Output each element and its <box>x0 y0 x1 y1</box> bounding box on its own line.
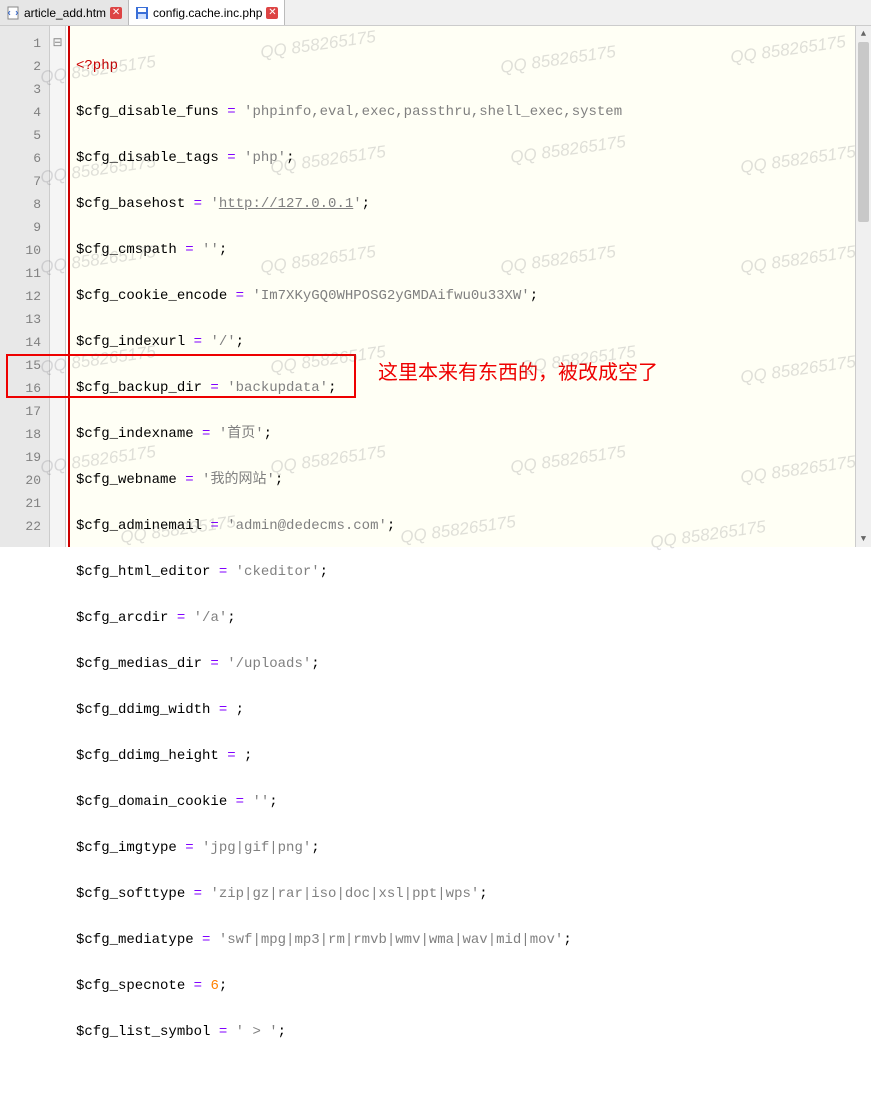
line-number: 4 <box>0 101 49 124</box>
code-line: $cfg_domain_cookie = ''; <box>76 791 871 814</box>
line-number: 2 <box>0 55 49 78</box>
code-line: $cfg_list_symbol = ' > '; <box>76 1021 871 1044</box>
code-line: $cfg_html_editor = 'ckeditor'; <box>76 561 871 584</box>
line-number: 1 <box>0 32 49 55</box>
line-number: 3 <box>0 78 49 101</box>
code-line: $cfg_ddimg_height = ; <box>76 745 871 768</box>
annotation-text: 这里本来有东西的，被改成空了 <box>378 362 658 385</box>
code-line: $cfg_indexname = '首页'; <box>76 423 871 446</box>
tab-label: article_add.htm <box>24 6 106 20</box>
code-line: $cfg_softtype = 'zip|gz|rar|iso|doc|xsl|… <box>76 883 871 906</box>
line-number: 13 <box>0 308 49 331</box>
line-number: 14 <box>0 331 49 354</box>
code-area[interactable]: <?php $cfg_disable_funs = 'phpinfo,eval,… <box>70 26 871 547</box>
line-number: 21 <box>0 492 49 515</box>
line-number: 8 <box>0 193 49 216</box>
line-number: 5 <box>0 124 49 147</box>
close-icon[interactable]: ✕ <box>110 7 122 19</box>
line-number: 6 <box>0 147 49 170</box>
vertical-scrollbar[interactable]: ▲ ▼ <box>855 26 871 547</box>
line-number: 19 <box>0 446 49 469</box>
line-number: 17 <box>0 400 49 423</box>
line-number: 20 <box>0 469 49 492</box>
line-number: 9 <box>0 216 49 239</box>
code-line: $cfg_indexurl = '/'; <box>76 331 871 354</box>
tab-label: config.cache.inc.php <box>153 6 262 20</box>
code-line: $cfg_webname = '我的网站'; <box>76 469 871 492</box>
line-number: 12 <box>0 285 49 308</box>
code-line: $cfg_basehost = 'http://127.0.0.1'; <box>76 193 871 216</box>
code-line: $cfg_cookie_encode = 'Im7XKyGQ0WHPOSG2yG… <box>76 285 871 308</box>
code-line: $cfg_disable_tags = 'php'; <box>76 147 871 170</box>
scroll-down-icon[interactable]: ▼ <box>856 531 871 547</box>
line-number: 22 <box>0 515 49 538</box>
code-line: <?php <box>76 55 871 78</box>
close-icon[interactable]: ✕ <box>266 7 278 19</box>
code-line: $cfg_adminemail = 'admin@dedecms.com'; <box>76 515 871 538</box>
code-line: $cfg_imgtype = 'jpg|gif|png'; <box>76 837 871 860</box>
fold-column: ⊟ <box>50 26 66 547</box>
tab-config-cache[interactable]: config.cache.inc.php ✕ <box>129 0 285 25</box>
line-number-gutter: 1 2 3 4 5 6 7 8 9 10 11 12 13 14 15 16 1… <box>0 26 50 547</box>
line-number: 11 <box>0 262 49 285</box>
fold-toggle-icon[interactable]: ⊟ <box>50 32 65 55</box>
file-code-icon <box>6 6 20 20</box>
scroll-up-icon[interactable]: ▲ <box>856 26 871 42</box>
code-line: $cfg_arcdir = '/a'; <box>76 607 871 630</box>
line-number: 15 <box>0 354 49 377</box>
code-editor[interactable]: 1 2 3 4 5 6 7 8 9 10 11 12 13 14 15 16 1… <box>0 26 871 547</box>
tab-bar: article_add.htm ✕ config.cache.inc.php ✕ <box>0 0 871 26</box>
line-number: 16 <box>0 377 49 400</box>
line-number: 10 <box>0 239 49 262</box>
line-number: 18 <box>0 423 49 446</box>
code-line: $cfg_mediatype = 'swf|mpg|mp3|rm|rmvb|wm… <box>76 929 871 952</box>
tab-article-add[interactable]: article_add.htm ✕ <box>0 0 129 25</box>
save-icon <box>135 6 149 20</box>
code-line: $cfg_disable_funs = 'phpinfo,eval,exec,p… <box>76 101 871 124</box>
line-number: 7 <box>0 170 49 193</box>
code-line: $cfg_specnote = 6; <box>76 975 871 998</box>
code-line: $cfg_medias_dir = '/uploads'; <box>76 653 871 676</box>
scrollbar-thumb[interactable] <box>858 42 869 222</box>
code-line: $cfg_ddimg_width = ; <box>76 699 871 722</box>
code-line: $cfg_cmspath = ''; <box>76 239 871 262</box>
